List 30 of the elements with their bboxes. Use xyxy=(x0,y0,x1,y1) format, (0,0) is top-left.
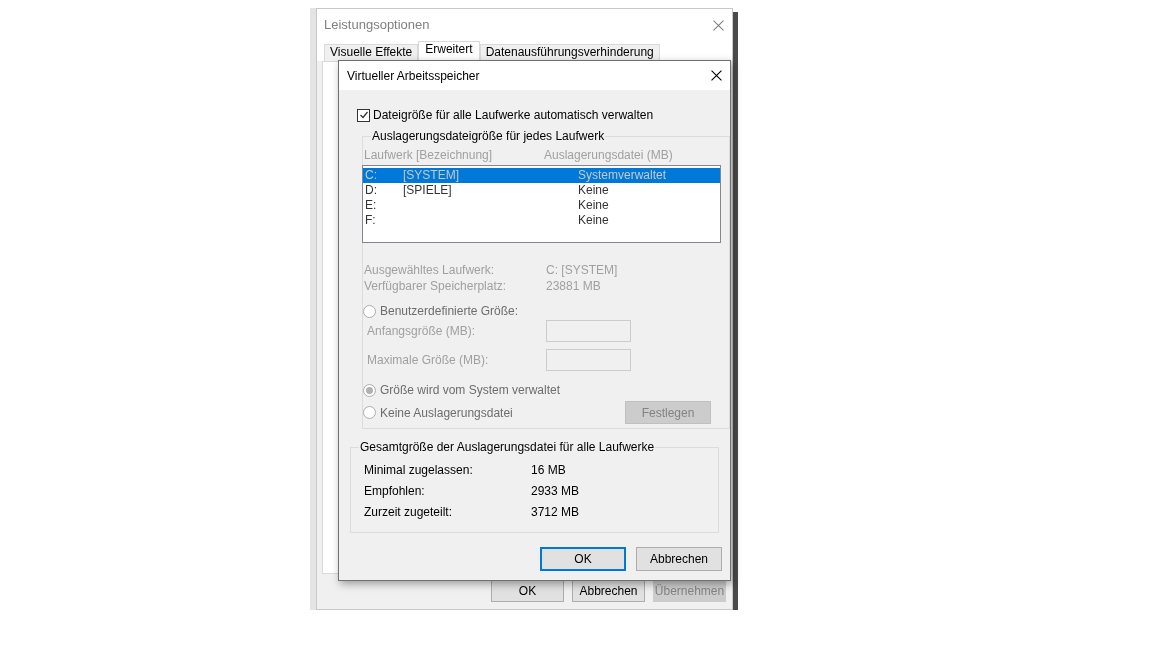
button[interactable]: Abbrechen xyxy=(572,580,645,602)
info-value: 16 MB xyxy=(531,461,566,479)
button[interactable]: OK xyxy=(540,547,626,571)
column-header: Auslagerungsdatei (MB) xyxy=(544,147,673,163)
window-title: Leistungsoptionen xyxy=(324,16,430,35)
tab[interactable]: Visuelle Effekte xyxy=(324,44,419,61)
info-value: 23881 MB xyxy=(546,278,601,294)
button[interactable]: Abbrechen xyxy=(636,547,722,571)
radio-label: Größe wird vom System verwaltet xyxy=(380,382,561,399)
info-value: 3712 MB xyxy=(531,503,580,521)
info-label: Empfohlen: xyxy=(364,482,426,500)
info-label: Ausgewähltes Laufwerk: xyxy=(364,262,496,278)
info-label: Zurzeit zugeteilt: xyxy=(364,503,454,521)
radio-label: Keine Auslagerungsdatei xyxy=(380,404,513,422)
checkbox[interactable] xyxy=(357,108,370,122)
info-label: Minimal zugelassen: xyxy=(364,461,474,479)
button[interactable]: OK xyxy=(491,580,564,602)
info-value: C: [SYSTEM] xyxy=(546,262,618,278)
info-label: Verfügbarer Speicherplatz: xyxy=(364,278,508,294)
field-label: Maximale Größe (MB): xyxy=(367,352,490,369)
radio-label: Benutzerdefinierte Größe: xyxy=(380,303,519,320)
column-header: Laufwerk [Bezeichnung] xyxy=(364,147,494,163)
close-icon[interactable] xyxy=(711,70,722,81)
group-label: Gesamtgröße der Auslagerungsdatei für alle Laufwerke xyxy=(359,440,656,455)
dialog-title: Virtueller Arbeitsspeicher xyxy=(347,67,480,85)
checkbox-label: Dateigröße für alle Laufwerke automatisch verwalten xyxy=(373,107,654,124)
info-value: 2933 MB xyxy=(531,482,580,500)
tab[interactable]: Erweitert xyxy=(418,41,480,61)
group-label: Auslagerungsdateigröße für jedes Laufwerk xyxy=(371,129,606,144)
field-label: Anfangsgröße (MB): xyxy=(367,323,477,340)
